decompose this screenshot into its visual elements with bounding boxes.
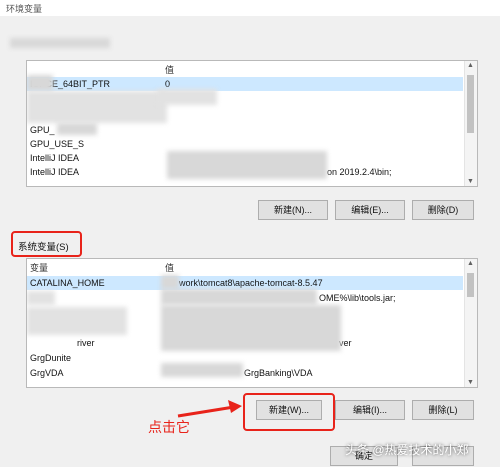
- variable-name: GPU_: [30, 125, 55, 135]
- blurred-region: [161, 363, 243, 377]
- variable-value: on 2019.2.4\bin;: [327, 167, 392, 177]
- scroll-down-arrow-icon[interactable]: ▼: [467, 379, 474, 386]
- blurred-region: [157, 89, 217, 105]
- table-row[interactable]: IOPCE_64BIT_PTR 0: [27, 77, 463, 91]
- blurred-region: [27, 91, 167, 123]
- variable-name: CATALINA_HOME: [30, 278, 105, 288]
- variable-name: GPU_USE_S: [30, 139, 85, 149]
- blurred-region: [27, 307, 127, 335]
- scroll-down-arrow-icon[interactable]: ▼: [467, 178, 474, 185]
- system-col-var-header[interactable]: 变量: [30, 261, 48, 274]
- variable-value: work\tomcat8\apache-tomcat-8.5.47: [179, 278, 323, 288]
- system-variables-list[interactable]: 变量 值 CATALINA_HOME work\tomcat8\apache-t…: [26, 258, 478, 388]
- user-section-label-blurred: [10, 38, 110, 48]
- blurred-region: [161, 289, 317, 305]
- watermark: 头条 @热爱技术的小郑: [345, 443, 469, 457]
- user-col-value-header[interactable]: 值: [165, 63, 174, 76]
- system-variables-highlight-box: [11, 231, 82, 257]
- table-row[interactable]: GrgDunite: [27, 351, 463, 365]
- table-row[interactable]: GPU_USE_S: [27, 137, 463, 151]
- blurred-region: [161, 275, 179, 289]
- variable-value: 0: [165, 79, 171, 89]
- variable-name: IntelliJ IDEA: [30, 167, 80, 177]
- system-col-value-header[interactable]: 值: [165, 261, 174, 274]
- annotation-click-it: 点击它: [148, 419, 190, 435]
- table-row[interactable]: CATALINA_HOME work\tomcat8\apache-tomcat…: [27, 276, 463, 290]
- user-new-button[interactable]: 新建(N)...: [258, 200, 328, 220]
- user-variables-list[interactable]: 值 IOPCE_64BIT_PTR 0 GPU_ GPU_USE_S Intel…: [26, 60, 478, 187]
- variable-name: river: [77, 338, 95, 348]
- system-delete-button[interactable]: 删除(L): [412, 400, 474, 420]
- blurred-region: [57, 123, 97, 135]
- user-edit-button[interactable]: 编辑(E)...: [335, 200, 405, 220]
- scroll-up-arrow-icon[interactable]: ▲: [467, 62, 474, 69]
- window-title: 环境变量: [6, 4, 43, 14]
- blurred-region: [161, 305, 341, 351]
- blurred-region: [167, 151, 327, 179]
- blurred-region: [27, 291, 55, 305]
- scrollbar-thumb[interactable]: [467, 273, 474, 297]
- blurred-region: [27, 75, 53, 91]
- variable-name: GrgVDA: [30, 368, 64, 378]
- user-list-header: 值: [27, 61, 477, 75]
- system-list-header: 变量 值: [27, 259, 477, 273]
- variable-value: GrgBanking\VDA: [244, 368, 313, 378]
- user-list-scrollbar[interactable]: ▲ ▼: [464, 61, 477, 186]
- system-list-scrollbar[interactable]: ▲ ▼: [464, 259, 477, 387]
- scrollbar-thumb[interactable]: [467, 75, 474, 133]
- window-titlebar: 环境变量: [0, 0, 500, 16]
- variable-name: IntelliJ IDEA: [30, 153, 80, 163]
- system-edit-button[interactable]: 编辑(I)...: [335, 400, 405, 420]
- variable-name: GrgDunite: [30, 353, 72, 363]
- variable-value: OME%\lib\tools.jar;: [319, 293, 396, 303]
- scroll-up-arrow-icon[interactable]: ▲: [467, 260, 474, 267]
- user-delete-button[interactable]: 删除(D): [412, 200, 474, 220]
- table-row[interactable]: GrgVDA GrgBanking\VDA: [27, 366, 463, 380]
- system-new-button[interactable]: 新建(W)...: [256, 400, 322, 420]
